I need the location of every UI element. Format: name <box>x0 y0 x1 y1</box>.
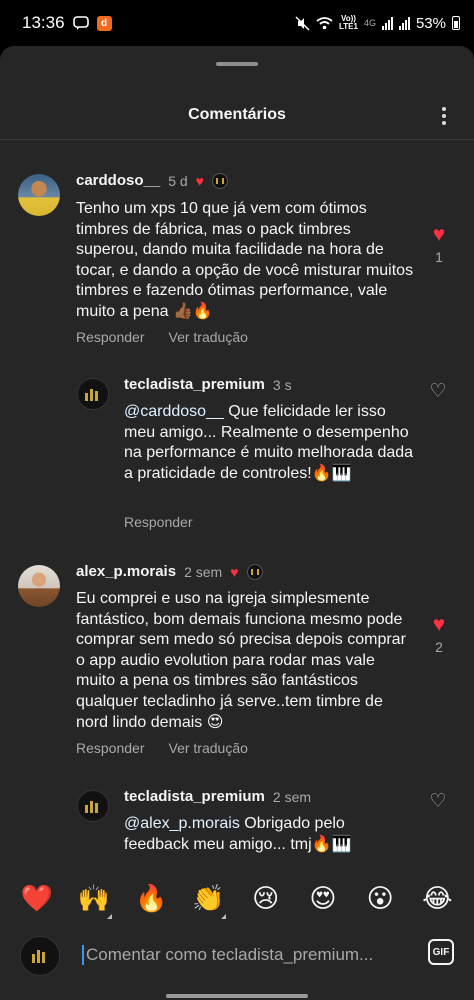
like-count: 2 <box>435 639 443 655</box>
avatar[interactable] <box>18 565 60 607</box>
more-options-icon[interactable] <box>436 104 452 128</box>
reaction-fire[interactable]: 🔥 <box>131 883 171 913</box>
comment-meta: tecladista_premium 3 s <box>124 376 292 393</box>
status-time: 13:36 <box>22 13 65 32</box>
comment-text: Tenho um xps 10 que já vem com ótimos ti… <box>76 200 414 320</box>
reaction-laughing[interactable]: 😂 <box>417 883 457 913</box>
reaction-clap-emoji: 👏 <box>192 883 225 913</box>
author-avatar-badge-icon <box>211 172 228 189</box>
comment-actions: Responder <box>124 514 193 530</box>
volte-indicator: Vo)) LTE1 <box>339 15 358 31</box>
wifi-icon <box>316 16 333 30</box>
comment-text: @alex_p.morais Obrigado pelo feedback me… <box>124 814 414 855</box>
network-type: 4G <box>363 18 376 28</box>
comment-username[interactable]: tecladista_premium <box>124 376 265 393</box>
mute-icon <box>295 15 310 31</box>
comment: alex_p.morais 2 sem ♥ Eu comprei e uso n… <box>0 563 474 763</box>
signal-icon-2 <box>398 16 410 30</box>
comment-username[interactable]: carddoso__ <box>76 172 160 189</box>
comment-time: 5 d <box>168 172 188 189</box>
brand-logo-icon <box>85 799 101 813</box>
comment-composer: Comentar como tecladista_premium... GIF <box>0 926 474 1000</box>
heart-outline-icon: ♡ <box>429 381 447 402</box>
skin-tone-indicator <box>221 914 227 919</box>
comment-meta: carddoso__ 5 d ♥ <box>76 172 228 189</box>
status-right: Vo)) LTE1 4G 53% <box>295 15 460 32</box>
translate-button[interactable]: Ver tradução <box>169 329 248 345</box>
like-button[interactable]: ♥ 2 <box>427 613 451 656</box>
reply-comment: tecladista_premium 3 s @carddoso__ Que f… <box>0 376 474 536</box>
heart-filled-icon: ♥ <box>432 613 446 636</box>
reaction-raised-hands-emoji: 🙌 <box>77 883 111 913</box>
comment: carddoso__ 5 d ♥ Tenho um xps 10 que já … <box>0 172 474 352</box>
status-bar: 13:36 d Vo)) LTE1 4G 53% <box>0 0 474 46</box>
home-indicator[interactable] <box>166 994 308 998</box>
gif-button[interactable]: GIF <box>428 939 454 965</box>
reply-button[interactable]: Responder <box>76 740 145 756</box>
heart-outline-icon: ♡ <box>429 791 447 812</box>
drag-handle[interactable] <box>216 62 258 66</box>
comments-sheet: Comentários carddoso__ 5 d ♥ Tenho um xp… <box>0 46 474 1000</box>
reply-comment: tecladista_premium 2 sem @alex_p.morais … <box>0 788 474 868</box>
mention-link[interactable]: @alex_p.morais <box>124 815 240 832</box>
sheet-title: Comentários <box>188 106 286 123</box>
comment-time: 2 sem <box>184 563 223 580</box>
comment-meta: alex_p.morais 2 sem ♥ <box>76 563 263 580</box>
avatar[interactable] <box>18 174 60 216</box>
reaction-heart-eyes[interactable]: 😍 <box>303 883 343 913</box>
quick-reactions-bar: ❤️ 🙌 🔥 👏 😢 😍 😮 😂 <box>0 870 474 926</box>
comment-username[interactable]: tecladista_premium <box>124 788 265 805</box>
app-notification-icon: d <box>96 15 112 31</box>
author-liked-heart-icon: ♥ <box>195 172 204 189</box>
comment-input[interactable]: Comentar como tecladista_premium... <box>82 945 412 965</box>
comment-username[interactable]: alex_p.morais <box>76 563 176 580</box>
composer-avatar <box>20 936 60 976</box>
comment-time: 2 sem <box>272 788 312 805</box>
comment-time: 3 s <box>272 376 292 393</box>
reaction-heart[interactable]: ❤️ <box>17 883 57 913</box>
status-left: 13:36 d <box>22 13 112 33</box>
message-icon <box>72 16 89 30</box>
volte-line2: LTE1 <box>338 22 358 31</box>
like-button[interactable]: ♡ <box>426 382 450 402</box>
comment-text: Eu comprei e uso na igreja simplesmente … <box>76 590 406 731</box>
reply-button[interactable]: Responder <box>124 514 193 530</box>
like-button[interactable]: ♥ 1 <box>427 223 451 266</box>
brand-logo-icon <box>32 949 48 963</box>
comment-meta: tecladista_premium 2 sem <box>124 788 311 805</box>
like-count: 1 <box>435 249 443 265</box>
reaction-crying[interactable]: 😢 <box>246 883 286 913</box>
comment-actions: Responder Ver tradução <box>76 740 248 756</box>
comment-actions: Responder Ver tradução <box>76 329 248 345</box>
avatar[interactable] <box>77 378 109 410</box>
reaction-clap[interactable]: 👏 <box>188 883 228 919</box>
reaction-raised-hands[interactable]: 🙌 <box>74 883 114 919</box>
comment-text: @carddoso__ Que felicidade ler isso meu … <box>124 402 414 484</box>
brand-logo-icon <box>85 387 101 401</box>
skin-tone-indicator <box>106 914 112 919</box>
reply-button[interactable]: Responder <box>76 329 145 345</box>
sheet-header: Comentários <box>0 90 474 140</box>
battery-icon <box>452 16 460 30</box>
battery-percent: 53% <box>415 14 446 32</box>
heart-filled-icon: ♥ <box>432 223 446 246</box>
author-liked-heart-icon: ♥ <box>230 563 239 580</box>
signal-icon <box>381 16 393 30</box>
author-avatar-badge-icon <box>246 563 263 580</box>
like-button[interactable]: ♡ <box>426 792 450 812</box>
mention-link[interactable]: @carddoso__ <box>124 403 224 420</box>
avatar[interactable] <box>77 790 109 822</box>
reaction-surprised[interactable]: 😮 <box>360 883 400 913</box>
translate-button[interactable]: Ver tradução <box>169 740 248 756</box>
